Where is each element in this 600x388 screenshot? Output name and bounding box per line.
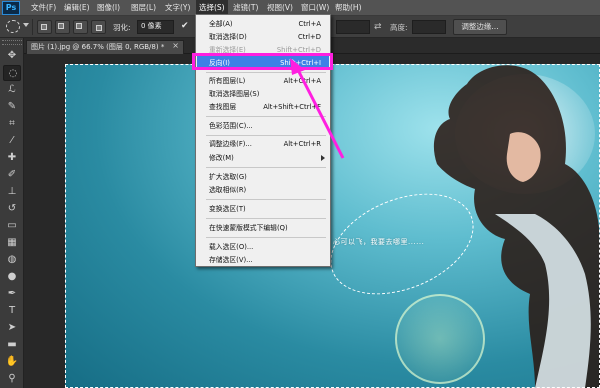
height-label: 高度: [390,23,408,32]
subtract-selection-icon [76,23,82,29]
antialias-checkbox[interactable]: ✔ [181,20,191,32]
image-canvas[interactable]: 心可以飞，我要去哪里...... [65,64,600,388]
intersect-selection-icon [96,25,102,31]
zoom-tool-icon: ⚲ [8,373,16,384]
menu-separator [206,135,326,136]
menu-item-save-selection[interactable]: 存储选区(V)... [197,253,329,267]
swap-icon[interactable]: ⇄ [374,20,386,34]
zoom-tool[interactable]: ⚲ [3,371,21,387]
subtract-selection-button[interactable] [73,20,88,34]
history-brush-tool[interactable]: ↺ [3,201,21,217]
eraser-tool[interactable]: ▭ [3,218,21,234]
submenu-arrow-icon [321,155,325,161]
feather-label: 羽化: [113,23,131,32]
path-select-tool-icon: ➤ [7,322,17,333]
menu-item-deselect[interactable]: 取消选择(D) Ctrl+D [197,30,329,44]
divider [32,19,33,35]
menu-item-deselect-layers[interactable]: 取消选择图层(S) [197,87,329,101]
quick-select-tool-icon: ✎ [7,101,17,112]
eraser-tool-icon: ▭ [7,220,17,231]
menu-item-all-layers[interactable]: 所有图层(L) Alt+Ctrl+A [197,74,329,88]
menu-separator [206,199,326,200]
intersect-selection-button[interactable] [91,20,106,34]
photoshop-logo: Ps [2,1,20,15]
menu-item-refine-edge[interactable]: 调整边缘(F)... Alt+Ctrl+R [197,137,329,151]
brush-tool[interactable]: ✐ [3,167,21,183]
menu-image[interactable]: 图像(I) [94,0,123,16]
lasso-tool[interactable]: ℒ [3,82,21,98]
menu-separator [206,167,326,168]
healing-brush-tool[interactable]: ✚ [3,150,21,166]
menu-separator [206,218,326,219]
menu-edit[interactable]: 编辑(E) [61,0,93,16]
menu-item-grow[interactable]: 扩大选取(G) [197,170,329,184]
toolbox-grip[interactable] [2,40,22,45]
eyedropper-tool[interactable]: ⁄ [3,133,21,149]
menu-item-transform-selection[interactable]: 变换选区(T) [197,202,329,216]
type-tool[interactable]: T [3,303,21,319]
menu-help[interactable]: 帮助(H) [332,0,365,16]
move-tool-icon: ✥ [7,50,17,61]
width-field[interactable] [336,20,370,34]
shape-tool[interactable]: ▬ [3,337,21,353]
chevron-down-icon[interactable] [23,23,29,27]
marquee-tool-icon: ◌ [8,68,18,79]
menu-item-quick-mask[interactable]: 在快速蒙版模式下编辑(Q) [197,221,329,235]
blur-tool[interactable]: ◍ [3,252,21,268]
dodge-tool[interactable]: ● [3,269,21,285]
close-icon[interactable]: × [172,41,179,50]
crop-tool[interactable]: ⌗ [3,116,21,132]
blur-tool-icon: ◍ [7,254,17,265]
quick-select-tool[interactable]: ✎ [3,99,21,115]
add-selection-button[interactable] [55,20,70,34]
new-selection-icon [41,24,47,30]
menu-item-inverse[interactable]: 反向(I) Shift+Ctrl+I [197,56,329,70]
hand-tool-icon: ✋ [5,356,19,367]
menu-separator [206,72,326,73]
refine-edge-button[interactable]: 调整边缘... [453,19,507,35]
marquee-tool[interactable]: ◌ [3,65,21,81]
pen-tool[interactable]: ✒ [3,286,21,302]
document-tab[interactable]: 图片 (1).jpg @ 66.7% (图层 0, RGB/8) * × [26,40,184,54]
crop-tool-icon: ⌗ [9,118,15,129]
document-tab-title: 图片 (1).jpg @ 66.7% (图层 0, RGB/8) * [31,43,165,51]
menu-separator [206,237,326,238]
menu-item-load-selection[interactable]: 载入选区(O)... [197,240,329,254]
move-tool[interactable]: ✥ [3,48,21,64]
add-selection-icon [58,23,64,29]
menu-item-reselect[interactable]: 重新选择(E) Shift+Ctrl+D [197,43,329,57]
toolbox: ✥ ◌ ℒ ✎ ⌗ ⁄ ✚ ✐ ⊥ ↺ ▭ ▦ ◍ ● ✒ T ➤ ▬ ✋ ⚲ [0,38,24,388]
menu-item-find-layers[interactable]: 查找图层 Alt+Shift+Ctrl+F [197,100,329,114]
canvas-text: 心可以飞，我要去哪里...... [333,238,425,246]
menu-item-color-range[interactable]: 色彩范围(C)... [197,119,329,133]
hand-tool[interactable]: ✋ [3,354,21,370]
menu-item-select-all[interactable]: 全部(A) Ctrl+A [197,17,329,31]
gradient-tool-icon: ▦ [7,237,17,248]
gradient-tool[interactable]: ▦ [3,235,21,251]
woman-figure [433,65,600,388]
dodge-tool-icon: ● [7,271,17,282]
lasso-tool-icon: ℒ [8,84,16,95]
select-menu-dropdown: 全部(A) Ctrl+A 取消选择(D) Ctrl+D 重新选择(E) Shift+C… [195,14,331,267]
brush-tool-icon: ✐ [7,169,17,180]
elliptical-marquee-icon[interactable] [6,20,20,33]
clone-stamp-tool[interactable]: ⊥ [3,184,21,200]
menu-separator [206,116,326,117]
eyedropper-tool-icon: ⁄ [11,135,13,146]
type-tool-icon: T [8,305,16,316]
menu-type[interactable]: 文字(Y) [162,0,193,16]
menu-layer[interactable]: 图层(L) [128,0,159,16]
menu-file[interactable]: 文件(F) [28,0,59,16]
new-selection-button[interactable] [37,20,52,34]
menu-item-similar[interactable]: 选取相似(R) [197,183,329,197]
menu-item-modify[interactable]: 修改(M) [197,151,329,165]
path-select-tool[interactable]: ➤ [3,320,21,336]
healing-brush-tool-icon: ✚ [7,152,17,163]
feather-input[interactable]: 0 像素 [137,20,174,34]
pen-tool-icon: ✒ [7,288,17,299]
history-brush-tool-icon: ↺ [7,203,17,214]
clone-stamp-tool-icon: ⊥ [7,186,17,197]
shape-tool-icon: ▬ [7,339,17,350]
height-field[interactable] [412,20,446,34]
